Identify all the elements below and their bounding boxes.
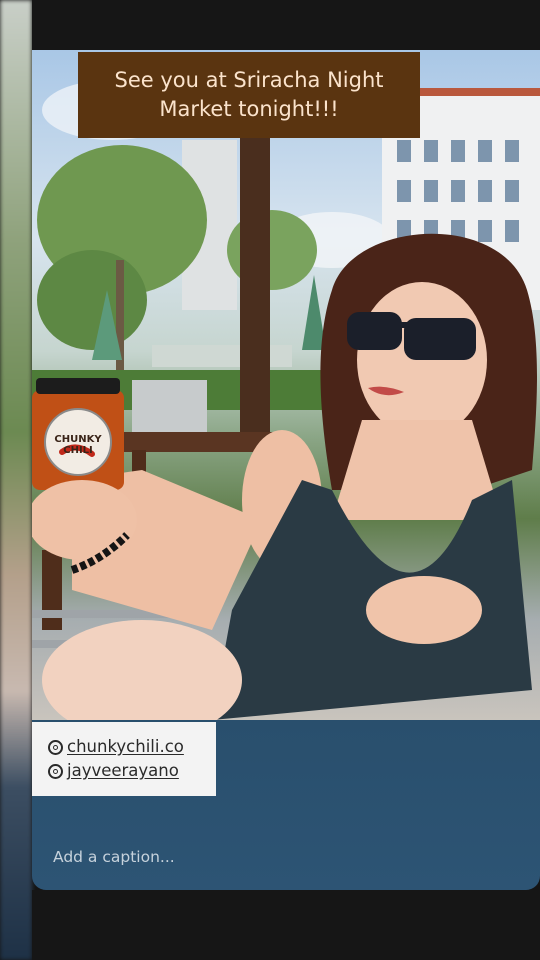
caption-input[interactable]: Add a caption... <box>53 848 175 866</box>
story-card: CHUNKY CHILI See you at Sriracha Night M… <box>32 50 540 890</box>
threads-icon <box>48 739 63 755</box>
jar-label: CHUNKY CHILI <box>54 434 102 456</box>
mention-item[interactable]: chunkychili.co <box>48 735 216 759</box>
banner-line-2: Market tonight!!! <box>159 97 339 121</box>
mention-handle: jayveerayano <box>67 761 179 780</box>
mention-item[interactable]: jayveerayano <box>48 759 216 783</box>
mention-sticker[interactable]: chunkychili.co jayveerayano <box>32 722 216 796</box>
bottom-bar <box>32 890 540 960</box>
story-photo: CHUNKY CHILI <box>32 50 540 720</box>
mention-handle: chunkychili.co <box>67 737 184 756</box>
threads-icon <box>48 763 63 779</box>
blurred-background-left <box>0 0 32 960</box>
photo-illustration <box>32 80 540 720</box>
story-text-banner[interactable]: See you at Sriracha Night Market tonight… <box>78 52 420 138</box>
top-bar <box>32 0 540 50</box>
banner-line-1: See you at Sriracha Night <box>114 68 384 92</box>
